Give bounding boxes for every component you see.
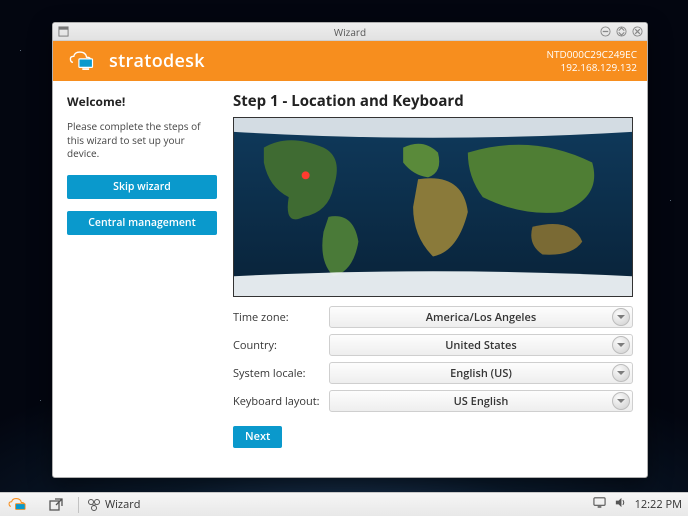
tray-display-icon[interactable] [593, 496, 606, 513]
tray-volume-icon[interactable] [614, 496, 627, 513]
chevron-down-icon [612, 336, 630, 354]
chevron-down-icon [612, 364, 630, 382]
main-panel: Step 1 - Location and Keyboard [233, 89, 633, 477]
label-country: Country: [233, 338, 329, 353]
minimize-icon[interactable] [599, 25, 611, 37]
welcome-text: Please complete the steps of this wizard… [67, 120, 217, 161]
chevron-down-icon [612, 392, 630, 410]
taskbar: Wizard 12:22 PM [0, 492, 688, 516]
brand-logo-icon [67, 46, 101, 76]
taskbar-separator [78, 497, 79, 513]
external-link-icon[interactable] [42, 495, 70, 515]
device-ip: 192.168.129.132 [547, 61, 638, 74]
dropdown-country[interactable]: United States [329, 334, 633, 356]
maximize-icon[interactable] [615, 25, 627, 37]
window-title: Wizard [334, 25, 366, 39]
skip-wizard-button[interactable]: Skip wizard [67, 175, 217, 199]
chevron-down-icon [612, 308, 630, 326]
next-button[interactable]: Next [233, 426, 282, 448]
welcome-heading: Welcome! [67, 93, 217, 110]
row-keyboard: Keyboard layout: US English [233, 389, 633, 413]
dropdown-locale[interactable]: English (US) [329, 362, 633, 384]
row-timezone: Time zone: America/Los Angeles [233, 305, 633, 329]
sidebar: Welcome! Please complete the steps of th… [67, 89, 217, 477]
settings-rows: Time zone: America/Los Angeles Country: … [233, 305, 633, 417]
taskbar-task-wizard[interactable]: Wizard [87, 497, 140, 512]
taskbar-clock[interactable]: 12:22 PM [635, 497, 682, 512]
brand-name: stratodesk [109, 49, 205, 73]
label-keyboard: Keyboard layout: [233, 394, 329, 409]
value-keyboard: US English [454, 394, 509, 409]
label-timezone: Time zone: [233, 310, 329, 325]
value-timezone: America/Los Angeles [426, 310, 536, 325]
dropdown-keyboard[interactable]: US English [329, 390, 633, 412]
row-locale: System locale: English (US) [233, 361, 633, 385]
label-locale: System locale: [233, 366, 329, 381]
banner-device-info: NTD000C29C249EC 192.168.129.132 [547, 48, 638, 74]
dropdown-timezone[interactable]: America/Los Angeles [329, 306, 633, 328]
window-titlebar[interactable]: Wizard [53, 23, 647, 41]
central-management-button[interactable]: Central management [67, 211, 217, 235]
wizard-footer: Next [233, 417, 633, 458]
start-menu-icon[interactable] [6, 495, 34, 515]
taskbar-task-label: Wizard [105, 497, 140, 512]
value-country: United States [445, 338, 516, 353]
wizard-window: Wizard stratodesk NTD0 [52, 22, 648, 478]
world-map[interactable] [233, 117, 633, 297]
header-banner: stratodesk NTD000C29C249EC 192.168.129.1… [53, 41, 647, 81]
row-country: Country: United States [233, 333, 633, 357]
brand: stratodesk [67, 46, 205, 76]
value-locale: English (US) [450, 366, 512, 381]
window-menu-icon[interactable] [57, 25, 69, 37]
step-heading: Step 1 - Location and Keyboard [233, 91, 633, 111]
close-icon[interactable] [631, 25, 643, 37]
